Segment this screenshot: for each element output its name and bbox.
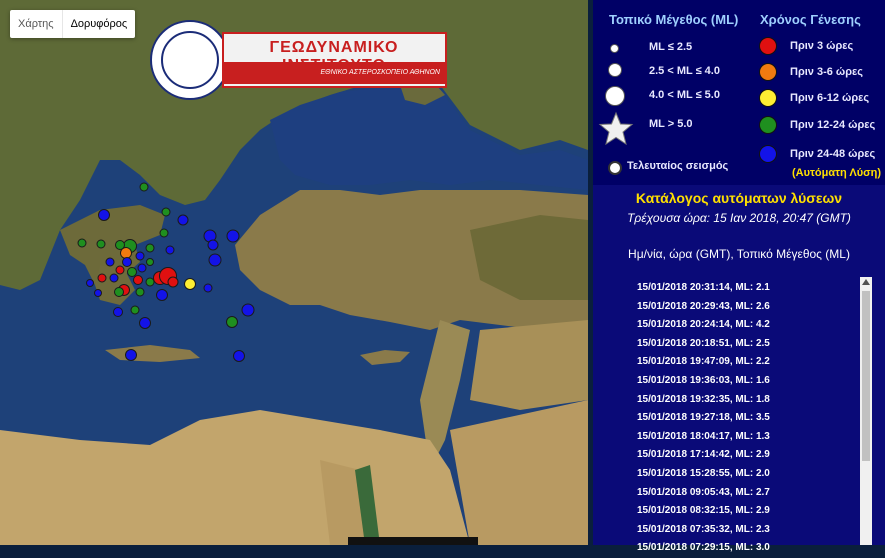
logo-subtitle: ΕΘΝΙΚΟ ΑΣΤΕΡΟΣΚΟΠΕΙΟ ΑΘΗΝΩΝ [320,69,440,76]
earthquake-marker-green[interactable] [159,228,169,238]
observatory-seal-icon [150,20,230,100]
magnitude-legend-title: Τοπικό Μέγεθος (ML) [609,12,739,27]
catalog-row[interactable]: 15/01/2018 20:18:51, ML: 2.5 [637,335,857,354]
earthquake-marker-blue[interactable] [241,303,255,317]
age-label-5: Πριν 24-48 ώρες [790,148,876,160]
automatic-solution-note: (Αυτόματη Λύση) [792,167,882,179]
scroll-thumb[interactable] [862,291,870,461]
green-age-icon [759,116,777,134]
earthquake-marker-blue[interactable] [125,349,137,361]
earthquake-marker-green[interactable] [145,243,155,253]
earthquake-marker-red[interactable] [133,275,143,285]
earthquake-marker-blue[interactable] [226,229,240,243]
catalog-row[interactable]: 15/01/2018 19:27:18, ML: 3.5 [637,409,857,428]
time-legend-title: Χρόνος Γένεσης [760,12,861,27]
magnitude-label-3: 4.0 < ML ≤ 5.0 [649,89,720,101]
earthquake-marker-blue[interactable] [139,317,151,329]
legend: Τοπικό Μέγεθος (ML) Χρόνος Γένεσης ML ≤ … [593,0,885,185]
catalog-row[interactable]: 15/01/2018 17:14:42, ML: 2.9 [637,446,857,465]
catalog-row[interactable]: 15/01/2018 07:29:15, ML: 3.0 [637,539,857,558]
catalog-row[interactable]: 15/01/2018 08:32:15, ML: 2.9 [637,502,857,521]
satellite-map[interactable]: Χάρτης Δορυφόρος ΓΕΩΔΥΝΑΜΙΚΟ ΙΝΣΤΙΤΟΥΤΟ … [0,0,588,545]
catalog-list: 15/01/2018 20:31:14, ML: 2.1 15/01/2018 … [637,279,857,558]
magnitude-small-icon [610,44,619,53]
catalog-scrollbar[interactable] [860,277,872,545]
earthquake-marker-blue[interactable] [207,239,219,251]
earthquake-marker-blue[interactable] [109,273,119,283]
earthquake-marker-green[interactable] [77,238,87,248]
magnitude-label-2: 2.5 < ML ≤ 4.0 [649,65,720,77]
catalog-row[interactable]: 15/01/2018 19:36:03, ML: 1.6 [637,372,857,391]
magnitude-label-1: ML ≤ 2.5 [649,41,693,53]
map-bottom-bar [348,537,478,545]
catalog: Κατάλογος αυτόματων λύσεων Τρέχουσα ώρα:… [593,185,885,553]
earthquake-marker-green[interactable] [226,316,238,328]
earthquake-marker-green[interactable] [139,182,149,192]
info-panel: Τοπικό Μέγεθος (ML) Χρόνος Γένεσης ML ≤ … [593,0,885,553]
earthquake-marker-blue[interactable] [203,283,213,293]
current-time: Τρέχουσα ώρα: 15 Ιαν 2018, 20:47 (GMT) [627,211,851,225]
age-label-2: Πριν 3-6 ώρες [790,66,863,78]
earthquake-marker-green[interactable] [114,287,124,297]
earthquake-marker-green[interactable] [135,287,145,297]
earthquake-marker-green[interactable] [96,239,106,249]
earthquake-marker-blue[interactable] [122,257,132,267]
earthquake-marker-blue[interactable] [137,263,147,273]
catalog-row[interactable]: 15/01/2018 19:47:09, ML: 2.2 [637,353,857,372]
yellow-age-icon [759,89,777,107]
magnitude-large-icon [605,86,625,106]
magnitude-medium-icon [608,63,622,77]
earthquake-marker-green[interactable] [146,258,154,266]
age-label-1: Πριν 3 ώρες [790,40,854,52]
earthquake-marker-blue[interactable] [86,279,94,287]
earthquake-marker-red[interactable] [167,276,179,288]
earthquake-marker-blue[interactable] [98,209,110,221]
red-age-icon [759,37,777,55]
catalog-row[interactable]: 15/01/2018 09:05:43, ML: 2.7 [637,484,857,503]
earthquake-marker-blue[interactable] [233,350,245,362]
earthquake-marker-blue[interactable] [105,257,115,267]
earthquake-marker-blue[interactable] [156,289,168,301]
earthquake-marker-blue[interactable] [165,245,175,255]
magnitude-label-4: ML > 5.0 [649,118,693,130]
earthquake-marker-blue[interactable] [135,251,145,261]
earthquake-marker-blue[interactable] [208,253,222,267]
earthquake-marker-blue[interactable] [177,214,189,226]
scroll-up-arrow-icon[interactable] [862,279,870,285]
catalog-header: Ημ/νία, ώρα (GMT), Τοπικό Μέγεθος (ML) [628,247,850,261]
latest-quake-icon [608,161,622,175]
earthquake-marker-blue[interactable] [94,289,102,297]
earthquake-marker-green[interactable] [161,207,171,217]
blue-age-icon [759,145,777,163]
catalog-row[interactable]: 15/01/2018 19:32:35, ML: 1.8 [637,391,857,410]
catalog-row[interactable]: 15/01/2018 18:04:17, ML: 1.3 [637,428,857,447]
institute-logo: ΓΕΩΔΥΝΑΜΙΚΟ ΙΝΣΤΙΤΟΥΤΟ ΕΘΝΙΚΟ ΑΣΤΕΡΟΣΚΟΠ… [150,20,450,100]
logo-banner: ΓΕΩΔΥΝΑΜΙΚΟ ΙΝΣΤΙΤΟΥΤΟ ΕΘΝΙΚΟ ΑΣΤΕΡΟΣΚΟΠ… [222,32,447,88]
magnitude-star-icon [598,111,634,146]
earthquake-marker-red[interactable] [97,273,107,283]
catalog-row[interactable]: 15/01/2018 20:31:14, ML: 2.1 [637,279,857,298]
age-label-3: Πριν 6-12 ώρες [790,92,870,104]
orange-age-icon [759,63,777,81]
latest-quake-label: Τελευταίος σεισμός [627,160,729,172]
earthquake-marker-green[interactable] [130,305,140,315]
earthquake-marker-blue[interactable] [113,307,123,317]
satellite-view-button[interactable]: Δορυφόρος [63,10,136,38]
map-type-toggle: Χάρτης Δορυφόρος [10,10,136,38]
catalog-title: Κατάλογος αυτόματων λύσεων [635,190,843,206]
catalog-row[interactable]: 15/01/2018 15:28:55, ML: 2.0 [637,465,857,484]
earthquake-marker-yellow[interactable] [184,278,196,290]
earthquake-marker-red[interactable] [115,265,125,275]
catalog-row[interactable]: 15/01/2018 07:35:32, ML: 2.3 [637,521,857,540]
age-label-4: Πριν 12-24 ώρες [790,119,876,131]
catalog-row[interactable]: 15/01/2018 20:29:43, ML: 2.6 [637,298,857,317]
catalog-row[interactable]: 15/01/2018 20:24:14, ML: 4.2 [637,316,857,335]
map-view-button[interactable]: Χάρτης [10,10,62,38]
